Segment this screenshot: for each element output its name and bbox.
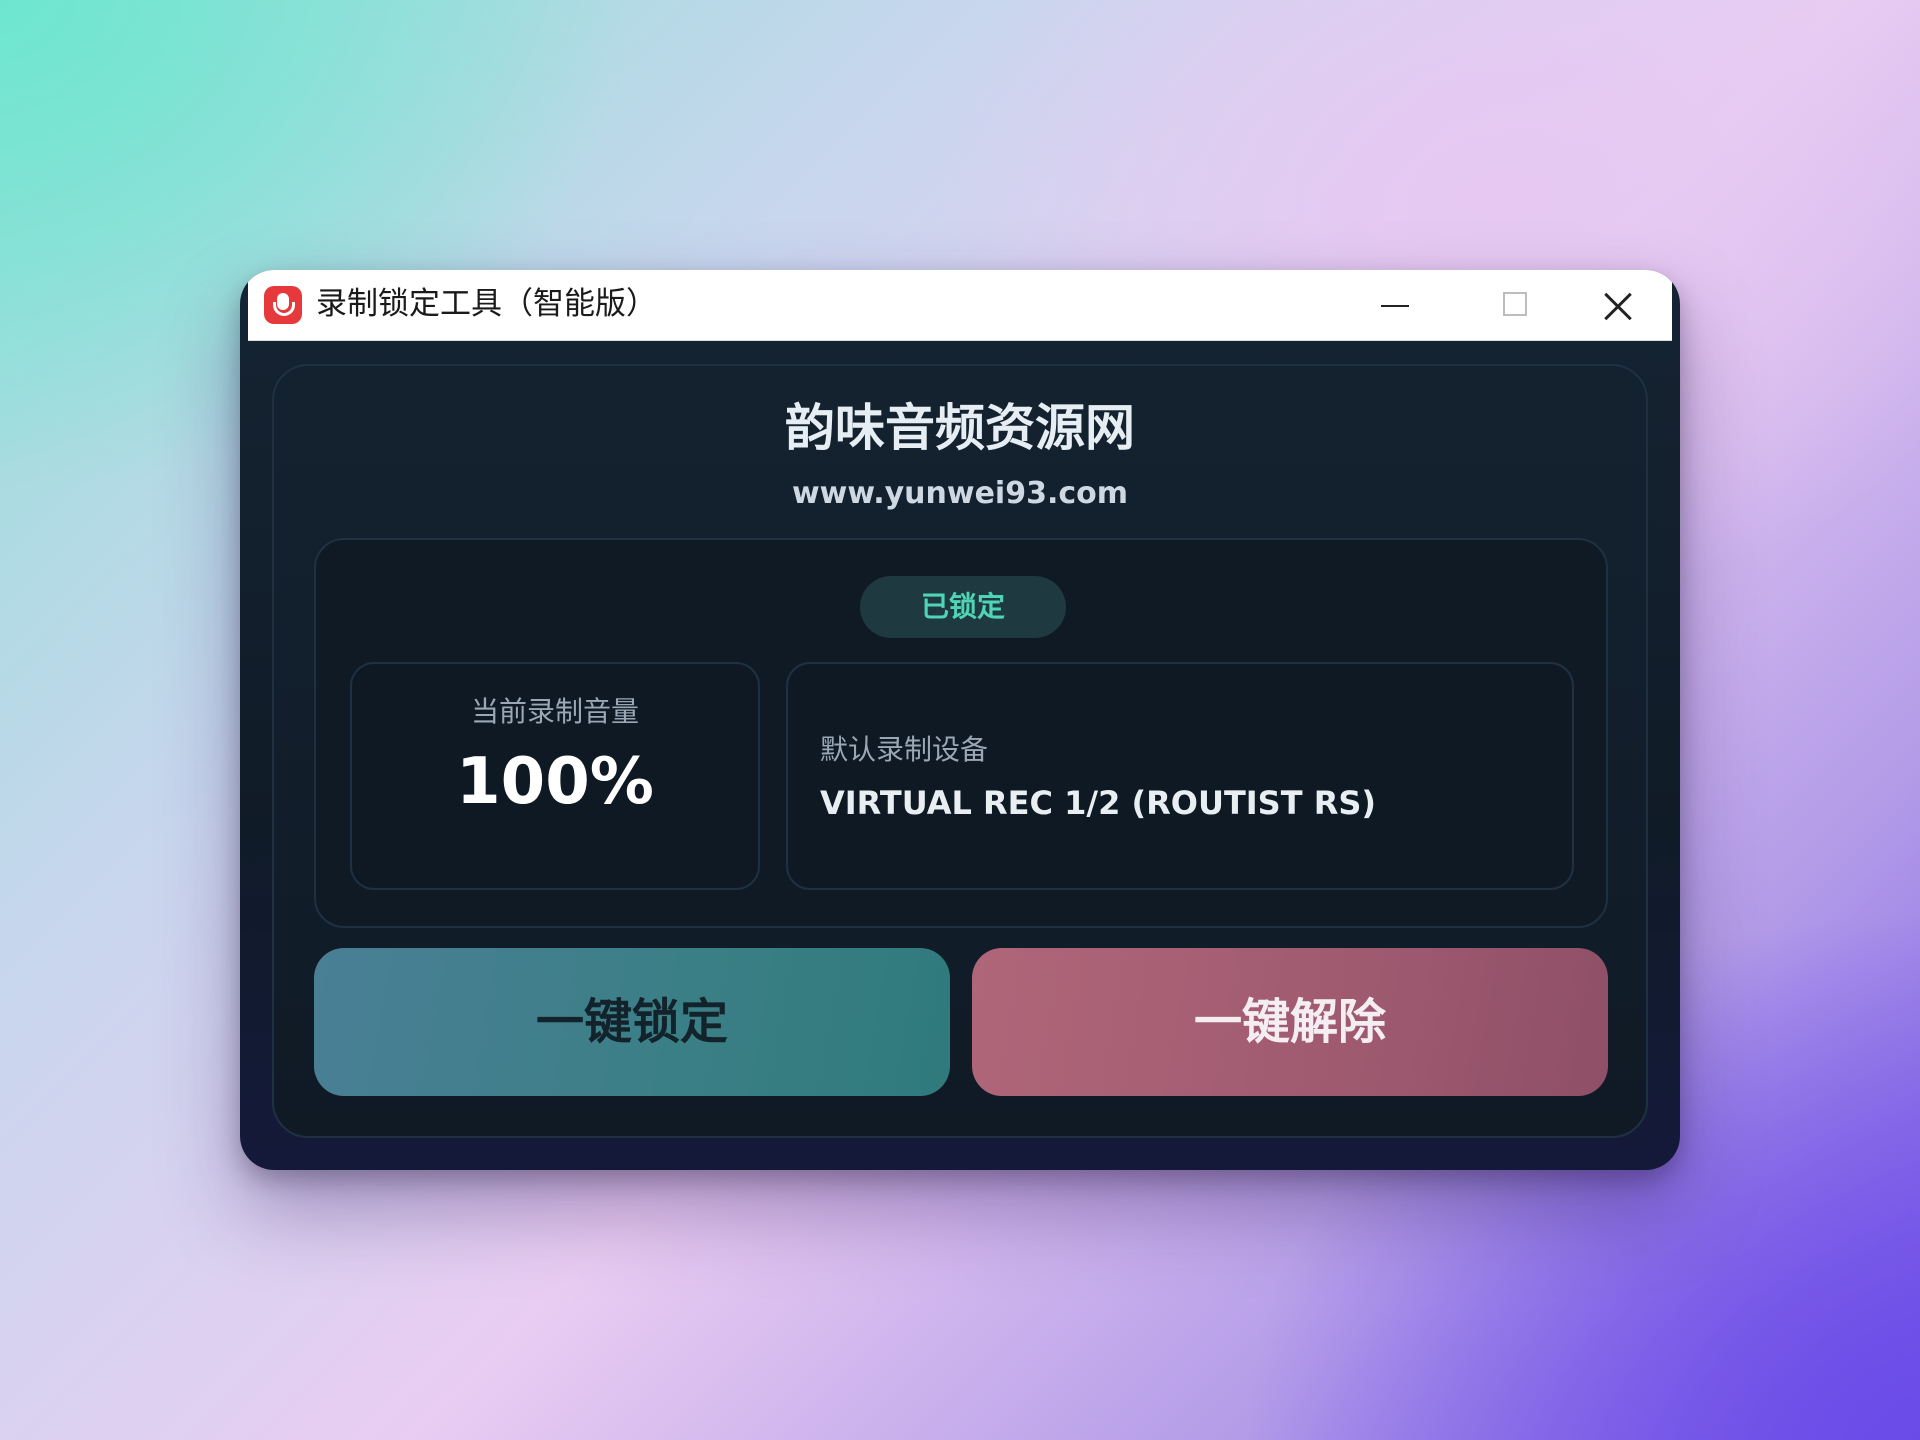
device-card: 默认录制设备 VIRTUAL REC 1/2 (ROUTIST RS) <box>786 662 1574 890</box>
window-title: 录制锁定工具（智能版） <box>316 286 657 322</box>
volume-value: 100% <box>456 745 654 819</box>
app-window: 录制锁定工具（智能版） 韵味音频资源网 www.yunwei93.com 已锁定… <box>240 270 1680 1170</box>
unlock-button[interactable]: 一键解除 <box>972 948 1608 1096</box>
volume-card: 当前录制音量 100% <box>350 662 760 890</box>
device-value: VIRTUAL REC 1/2 (ROUTIST RS) <box>820 784 1376 822</box>
device-label: 默认录制设备 <box>820 733 989 766</box>
volume-label: 当前录制音量 <box>470 695 639 728</box>
site-name: 韵味音频资源网 <box>785 399 1135 457</box>
maximize-button[interactable] <box>1473 270 1583 340</box>
close-button[interactable] <box>1598 270 1672 340</box>
site-url: www.yunwei93.com <box>791 476 1129 511</box>
microphone-icon <box>264 286 302 324</box>
title-bar[interactable]: 录制锁定工具（智能版） <box>248 270 1672 341</box>
maximize-icon <box>1503 292 1527 316</box>
status-card: 已锁定 当前录制音量 100% 默认录制设备 VIRTUAL REC 1/2 (… <box>314 538 1608 928</box>
minimize-icon <box>1381 305 1409 307</box>
lock-button[interactable]: 一键锁定 <box>314 948 950 1096</box>
minimize-button[interactable] <box>1348 270 1458 340</box>
close-icon <box>1602 290 1634 322</box>
main-panel: 韵味音频资源网 www.yunwei93.com 已锁定 当前录制音量 100%… <box>272 364 1648 1138</box>
status-badge: 已锁定 <box>860 576 1066 638</box>
